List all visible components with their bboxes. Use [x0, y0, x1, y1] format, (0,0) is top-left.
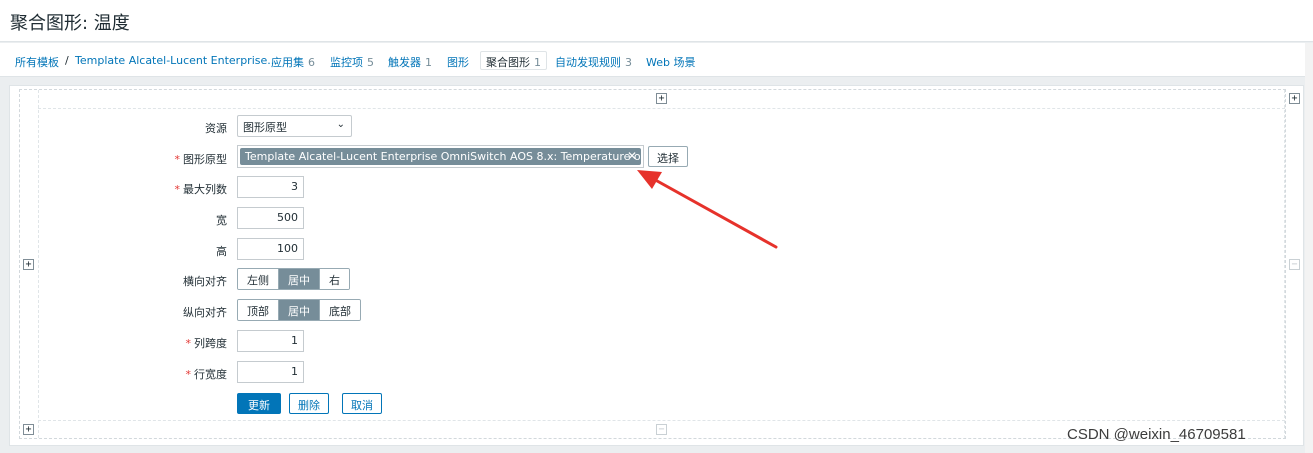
watermark: CSDN @weixin_46709581 — [1067, 426, 1246, 443]
annotation-arrow-icon — [637, 170, 778, 249]
